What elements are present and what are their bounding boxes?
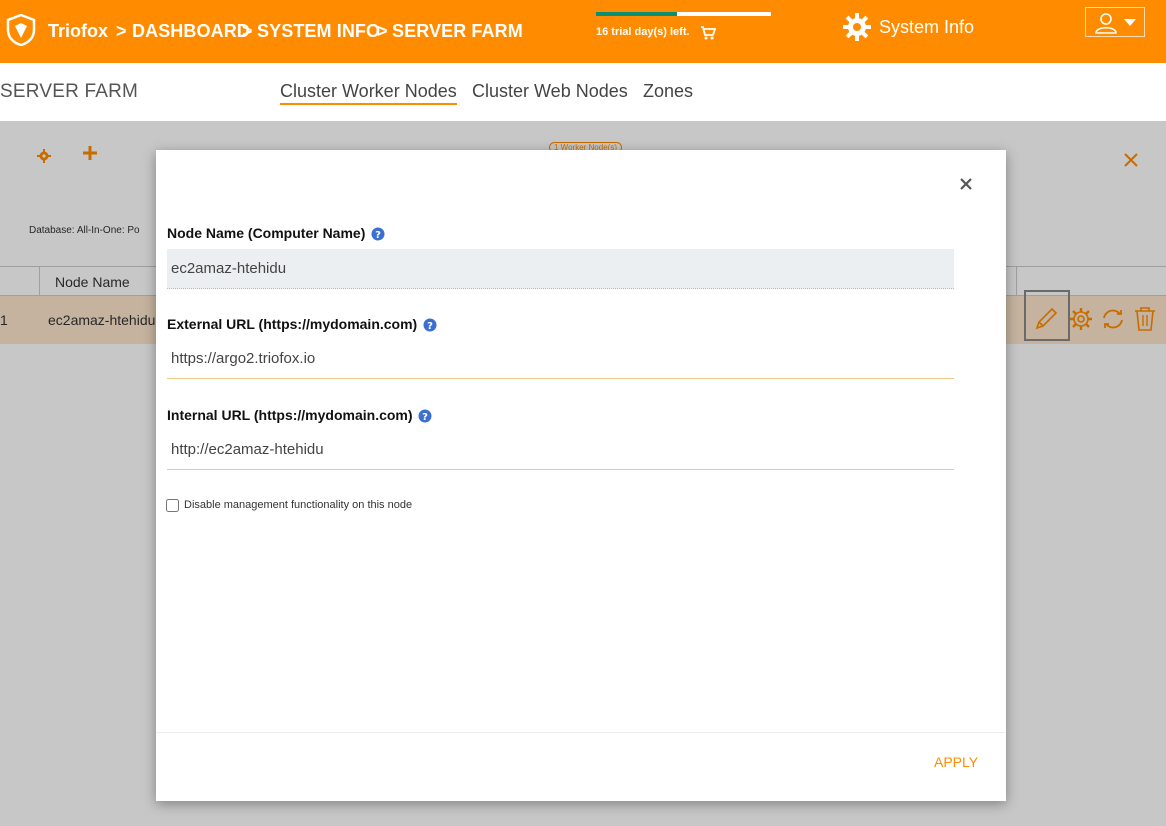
system-info-label[interactable]: System Info xyxy=(879,17,974,38)
trial-days-text[interactable]: 16 trial day(s) left. xyxy=(596,26,690,38)
user-menu-button[interactable] xyxy=(1085,7,1145,37)
triofox-logo-icon[interactable] xyxy=(6,14,36,46)
disable-management-checkbox[interactable] xyxy=(166,499,179,512)
external-url-field[interactable] xyxy=(167,339,954,379)
internal-url-field[interactable] xyxy=(167,430,954,470)
tab-zones[interactable]: Zones xyxy=(643,81,693,102)
breadcrumb-separator: > xyxy=(242,21,253,41)
svg-text:?: ? xyxy=(423,412,429,423)
breadcrumb-separator: > xyxy=(377,21,388,41)
tab-cluster-web-nodes[interactable]: Cluster Web Nodes xyxy=(472,81,628,102)
close-icon[interactable] xyxy=(959,177,973,191)
brand-name[interactable]: Triofox xyxy=(48,21,108,42)
help-icon[interactable]: ? xyxy=(371,227,385,241)
tab-cluster-worker-nodes[interactable]: Cluster Worker Nodes xyxy=(280,81,457,105)
sub-navigation: SERVER FARM Cluster Worker Nodes Cluster… xyxy=(0,63,1166,121)
internal-url-label-text: Internal URL (https://mydomain.com) xyxy=(167,407,413,423)
help-icon[interactable]: ? xyxy=(418,409,432,423)
breadcrumb-server-farm: SERVER FARM xyxy=(392,21,523,41)
gear-icon xyxy=(843,13,871,41)
disable-management-option: Disable management functionality on this… xyxy=(166,497,412,512)
cart-icon[interactable] xyxy=(700,25,716,41)
external-url-label: External URL (https://mydomain.com) ? xyxy=(167,316,437,332)
internal-url-label: Internal URL (https://mydomain.com) ? xyxy=(167,407,432,423)
page-title: SERVER FARM xyxy=(0,81,139,102)
chevron-down-icon xyxy=(1124,19,1136,26)
breadcrumb-dashboard[interactable]: DASHBOARD xyxy=(132,21,250,42)
external-url-label-text: External URL (https://mydomain.com) xyxy=(167,316,418,332)
dialog-footer-divider xyxy=(156,732,1006,733)
svg-text:?: ? xyxy=(427,321,433,332)
apply-button[interactable]: APPLY xyxy=(934,754,978,770)
node-name-label: Node Name (Computer Name) ? xyxy=(167,225,385,241)
edit-node-dialog: Node Name (Computer Name) ? External URL… xyxy=(156,150,1006,801)
disable-management-label[interactable]: Disable management functionality on this… xyxy=(184,499,412,511)
trial-progress-bar xyxy=(596,12,771,16)
help-icon[interactable]: ? xyxy=(423,318,437,332)
trial-progress-fill xyxy=(596,12,677,16)
breadcrumb-separator: > xyxy=(116,21,127,41)
top-header: Triofox > DASHBOARD > SYSTEM INFO > SERV… xyxy=(0,0,1166,63)
user-icon xyxy=(1095,13,1117,34)
breadcrumb-system-info[interactable]: SYSTEM INFO xyxy=(257,21,380,42)
node-name-label-text: Node Name (Computer Name) xyxy=(167,225,366,241)
node-name-field[interactable] xyxy=(167,249,954,289)
svg-text:?: ? xyxy=(375,230,381,241)
